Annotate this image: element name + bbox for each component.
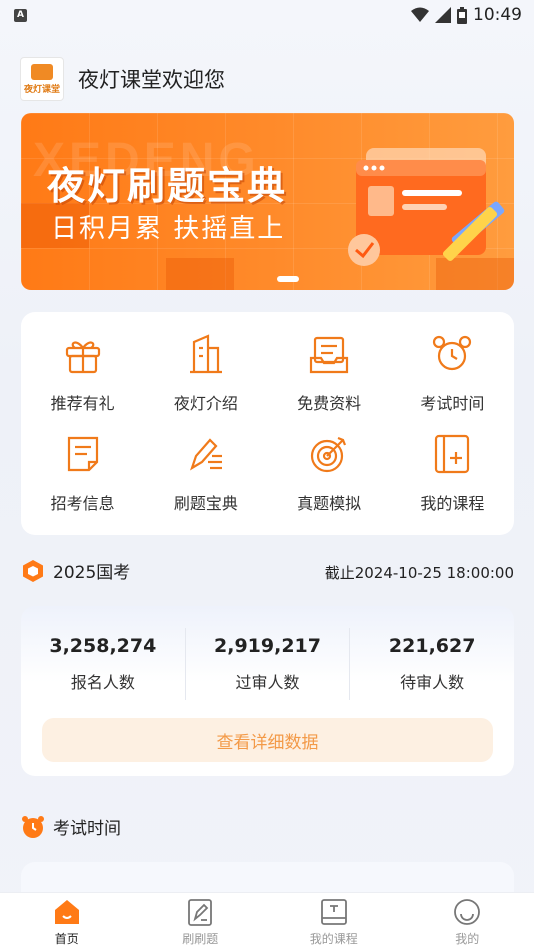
menu-label: 刷题宝典 [173,494,238,513]
banner-block [166,258,234,290]
building-icon [189,334,222,374]
alarm-clock-icon [22,815,44,838]
tab-home[interactable]: 首页 [0,893,134,950]
notice-icon [67,436,98,472]
stat-value: 2,919,217 [214,635,321,657]
course-icon [320,899,347,925]
bottom-tab-bar: 首页 刷刷题 我的课程 我的 [0,892,534,950]
menu-label: 招考信息 [50,494,115,513]
menu-item-my-courses[interactable]: 我的课程 [391,432,514,532]
stat-value: 221,627 [388,635,476,657]
banner-title: 夜灯刷题宝典 [47,164,288,208]
exam-stats-card: 3,258,274 报名人数 2,919,217 过审人数 221,627 待审… [21,606,514,776]
menu-item-free-materials[interactable]: 免费资料 [268,332,391,432]
stat-value: 3,258,274 [49,635,157,657]
stat-registered: 3,258,274 报名人数 [21,628,185,700]
stat-label: 过审人数 [235,673,300,692]
battery-icon [457,6,467,24]
stats-row: 3,258,274 报名人数 2,919,217 过审人数 221,627 待审… [21,628,514,700]
tab-label: 我的 [455,932,480,946]
banner-illustration [348,148,505,266]
status-time: 10:49 [473,5,522,25]
exam-time-section-header: 考试时间 [21,814,121,839]
tab-label: 刷刷题 [182,932,219,946]
exam-time-title: 考试时间 [53,819,121,839]
header: 夜灯课堂 夜灯课堂欢迎您 [20,57,225,101]
cube-icon [23,559,43,582]
wifi-icon [411,7,429,22]
profile-icon [454,899,481,925]
gift-icon [65,341,100,374]
logo-text: 夜灯课堂 [23,84,60,95]
menu-label: 真题模拟 [297,494,362,513]
menu-item-intro[interactable]: 夜灯介绍 [144,332,267,432]
course-book-icon [435,434,470,474]
menu-item-mock-exam[interactable]: 真题模拟 [268,432,391,532]
tab-my-courses[interactable]: 我的课程 [267,893,401,950]
logo-mark [31,63,53,80]
stat-label: 报名人数 [70,673,135,692]
tab-profile[interactable]: 我的 [401,893,534,950]
tab-practice[interactable]: 刷刷题 [134,893,268,950]
promo-banner[interactable]: XEDENG 夜灯刷题宝典 日积月累 扶摇直上 [21,113,514,290]
status-notification-badge: A [14,8,27,22]
menu-label: 我的课程 [420,494,485,513]
welcome-title: 夜灯课堂欢迎您 [78,68,225,92]
stat-label: 待审人数 [400,673,465,692]
exam-deadline: 截止2024-10-25 18:00:00 [324,564,514,582]
signal-icon [435,7,451,23]
tab-label: 我的课程 [309,932,358,946]
menu-label: 夜灯介绍 [173,394,238,413]
stat-pending: 221,627 待审人数 [349,628,514,700]
quick-menu: 推荐有礼 夜灯介绍 免费资料 考试时间 招考信息 刷题宝典 真题模拟 我的课程 [21,312,514,535]
menu-item-referral[interactable]: 推荐有礼 [21,332,144,432]
view-details-button[interactable]: 查看详细数据 [42,718,493,762]
inbox-icon [310,336,349,374]
status-right: 10:49 [411,5,522,25]
exam-section-title: 2025国考 [53,563,131,583]
stat-approved: 2,919,217 过审人数 [184,628,350,700]
status-bar: A 10:49 [0,0,534,30]
alarm-clock-icon [433,335,472,371]
menu-item-exam-time[interactable]: 考试时间 [391,332,514,432]
practice-icon [188,899,213,926]
menu-label: 推荐有礼 [50,394,115,413]
menu-item-recruit-info[interactable]: 招考信息 [21,432,144,532]
carousel-indicator[interactable] [277,276,299,282]
menu-label: 考试时间 [420,394,485,413]
exam-section-header: 2025国考 [21,558,130,583]
menu-item-question-bank[interactable]: 刷题宝典 [144,432,267,532]
banner-subtitle: 日积月累 扶摇直上 [51,214,286,244]
menu-label: 免费资料 [297,394,362,413]
home-icon [54,900,79,924]
pen-list-icon [189,438,222,471]
tab-label: 首页 [54,932,79,946]
target-icon [311,436,347,473]
app-logo: 夜灯课堂 [20,57,64,101]
